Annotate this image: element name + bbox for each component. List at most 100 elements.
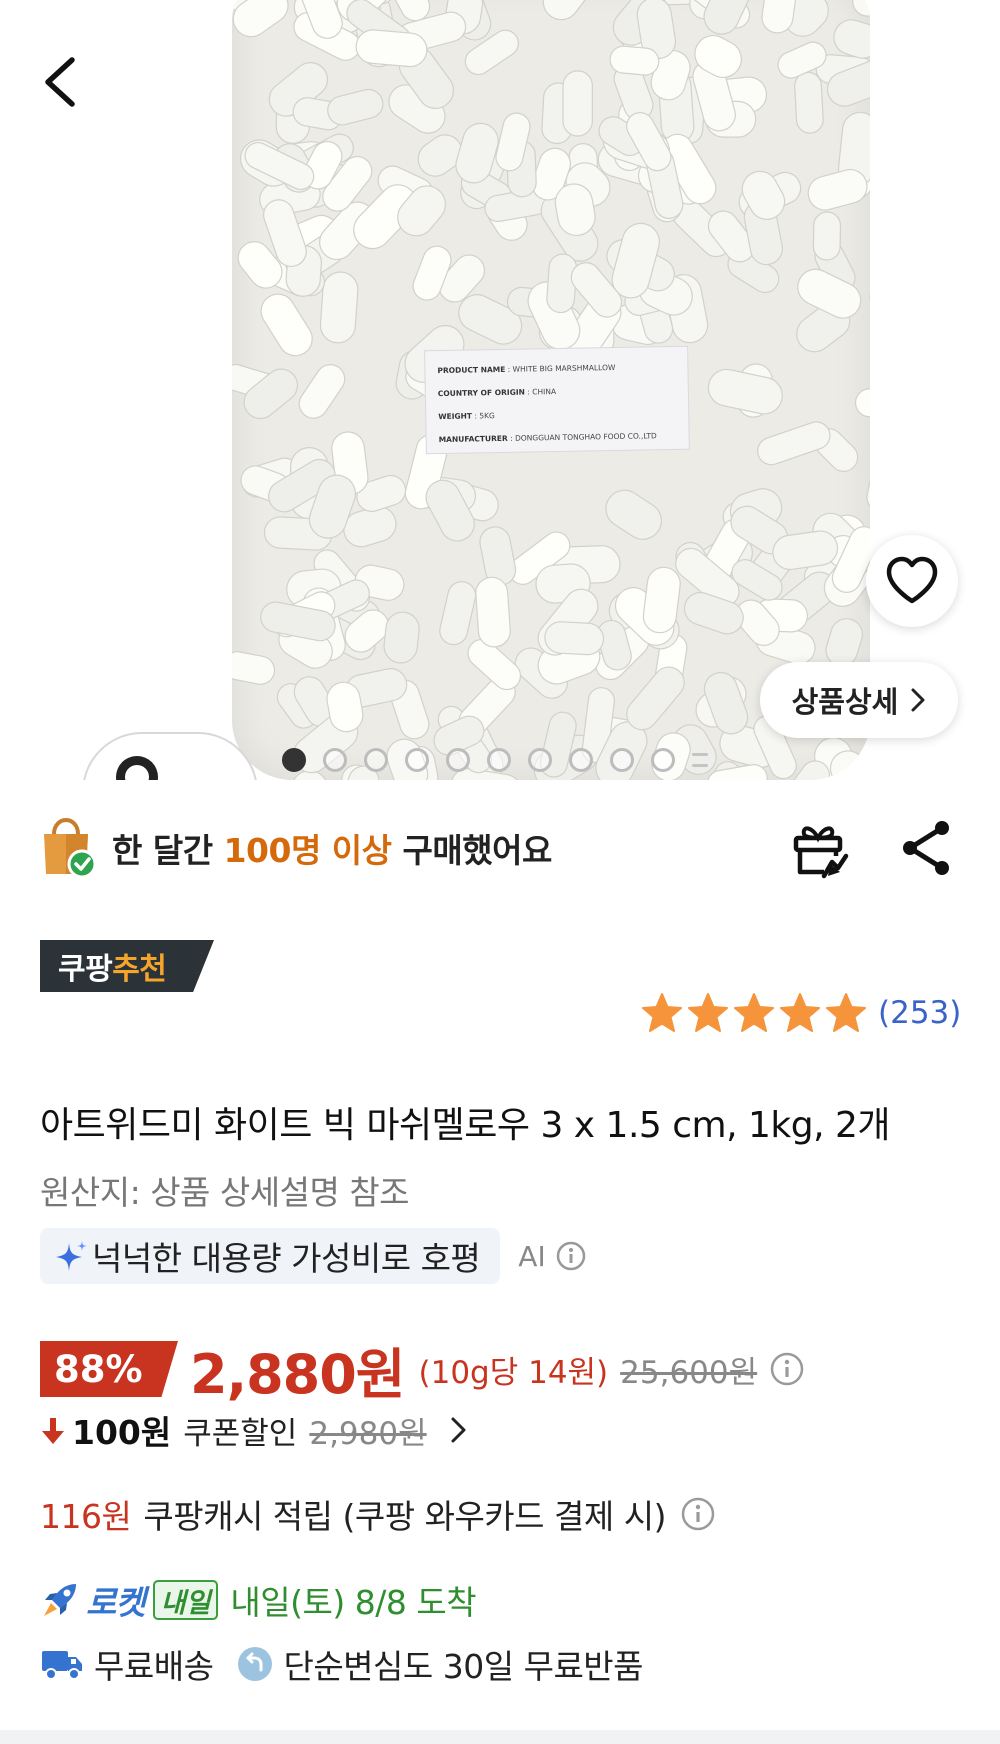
star-icon: [826, 993, 866, 1032]
arrival-date: 내일(토) 8/8 도착: [230, 1583, 477, 1622]
question-icon: [116, 756, 158, 780]
share-button[interactable]: [896, 816, 960, 880]
tomorrow-badge: 내일: [152, 1580, 219, 1620]
ai-label: AI: [518, 1239, 546, 1273]
product-image-carousel[interactable]: PRODUCT NAME : WHITE BIG MARSHMALLOW COU…: [0, 0, 1000, 780]
marshmallow-shape: [854, 383, 870, 418]
marshmallow-shape: [609, 45, 660, 76]
carousel-dot[interactable]: [323, 748, 347, 772]
price-row: 88% 2,880원 (10g당 14원) 25,600원: [40, 1336, 805, 1406]
carousel-dot[interactable]: [282, 748, 306, 772]
product-origin: 원산지: 상품 상세설명 참조: [40, 1173, 410, 1212]
badge-brand: 쿠팡: [58, 952, 113, 987]
marshmallow-shape: [807, 169, 868, 211]
carousel-indicator: [282, 748, 708, 772]
marshmallow-shape: [319, 271, 359, 344]
rating-summary[interactable]: (253): [640, 988, 961, 1038]
purchase-count-text: 한 달간 100명 이상 구매했어요: [112, 824, 552, 872]
coupang-cash-row: 116원 쿠팡캐시 적립 (쿠팡 와우카드 결제 시): [40, 1486, 716, 1542]
purchase-prefix: 한 달간: [112, 831, 213, 870]
discount-badge: 88%: [40, 1341, 178, 1397]
return-arrow-icon: [238, 1647, 273, 1681]
coupon-discount-row[interactable]: 100원 쿠폰할인 2,980원: [40, 1402, 467, 1458]
chevron-right-icon: [451, 1417, 466, 1443]
purchase-highlight: 100명 이상: [223, 831, 392, 870]
truck-icon: [42, 1651, 82, 1680]
marshmallow-shape: [355, 29, 428, 68]
ai-info[interactable]: AI: [518, 1240, 585, 1273]
package-label: PRODUCT NAME : WHITE BIG MARSHMALLOW COU…: [424, 345, 690, 455]
star-icon: [780, 993, 820, 1032]
ai-summary-chip[interactable]: 넉넉한 대용량 가성비로 호평: [40, 1228, 501, 1284]
marshmallow-shape: [852, 0, 870, 17]
marshmallow-shape: [298, 364, 346, 419]
carousel-more-indicator: [692, 753, 708, 767]
marshmallow-shape: [866, 456, 870, 513]
carousel-dot[interactable]: [405, 748, 429, 772]
star-icon: [642, 993, 682, 1032]
marshmallow-shape: [812, 211, 842, 261]
carousel-dot[interactable]: [569, 748, 593, 772]
heart-outline-icon: [886, 556, 938, 604]
section-divider: [0, 1730, 1000, 1744]
back-button[interactable]: [38, 50, 86, 114]
marshmallow-shape: [794, 71, 824, 134]
marshmallow-shape: [542, 0, 589, 21]
marshmallow-shape: [562, 70, 593, 137]
review-count[interactable]: (253): [878, 995, 961, 1031]
marshmallow-shape: [864, 338, 870, 397]
sparkle-icon: [56, 1241, 87, 1271]
star-icon: [734, 993, 774, 1032]
info-circle-icon[interactable]: [769, 1351, 805, 1387]
product-detail-button[interactable]: 상품상세: [760, 662, 958, 738]
ai-summary-text: 넉넉한 대용량 가성비로 호평: [92, 1239, 481, 1278]
info-circle-icon: [556, 1241, 585, 1271]
marshmallow-shape: [605, 489, 662, 540]
favorite-button[interactable]: [866, 535, 958, 627]
purchase-count-row: 한 달간 100명 이상 구매했어요: [40, 816, 960, 880]
rating-stars: [640, 992, 868, 1034]
shipping-info-row: 무료배송 단순변심도 30일 무료반품: [40, 1636, 644, 1692]
ai-summary-row: 넉넉한 대용량 가성비로 호평 AI: [40, 1228, 586, 1284]
coupon-before-price: 2,980원: [309, 1415, 427, 1452]
purchase-suffix: 구매했어요: [402, 831, 553, 870]
marshmallow-shape: [327, 88, 384, 126]
sale-price: 2,880원: [190, 1342, 405, 1406]
gift-button[interactable]: [786, 816, 850, 880]
coupon-label: 쿠폰할인: [183, 1415, 298, 1452]
free-shipping-label: 무료배송: [94, 1647, 214, 1686]
share-icon: [903, 821, 949, 875]
carousel-dot[interactable]: [651, 748, 675, 772]
marshmallow-shape: [707, 368, 783, 415]
rocket-label: 로켓: [86, 1583, 146, 1622]
arrow-down-icon: [42, 1418, 64, 1444]
star-icon: [688, 993, 728, 1032]
carousel-dot[interactable]: [487, 748, 511, 772]
marshmallow-shape: [232, 651, 276, 685]
chevron-right-icon: [911, 688, 925, 712]
chevron-left-icon: [45, 57, 75, 107]
rocket-delivery-row: 로켓 내일 내일(토) 8/8 도착: [40, 1572, 477, 1628]
marshmallow-shape: [439, 581, 477, 646]
shopping-bag-check-icon: [44, 818, 96, 878]
marshmallow-shape: [869, 263, 870, 317]
product-title: 아트위드미 화이트 빅 마쉬멜로우 3 x 1.5 cm, 1kg, 2개: [40, 1105, 891, 1146]
cash-amount: 116원: [40, 1497, 132, 1536]
cash-label: 쿠팡캐시 적립 (쿠팡 와우카드 결제 시): [143, 1497, 666, 1536]
marshmallow-shape: [544, 621, 605, 656]
carousel-dot[interactable]: [528, 748, 552, 772]
return-policy-label: 단순변심도 30일 무료반품: [283, 1647, 644, 1686]
carousel-dot[interactable]: [364, 748, 388, 772]
marshmallow-shape: [757, 421, 831, 466]
marshmallow-shape: [475, 576, 511, 648]
marshmallow-shape: [260, 293, 313, 357]
marshmallow-shape: [232, 0, 289, 38]
coupang-recommend-badge: 쿠팡 추천: [40, 940, 214, 992]
carousel-dot[interactable]: [446, 748, 470, 772]
marshmallow-shape: [703, 0, 755, 35]
gift-icon: [793, 826, 849, 879]
info-circle-icon[interactable]: [680, 1496, 716, 1532]
marshmallow-shape: [383, 611, 420, 664]
product-photo: PRODUCT NAME : WHITE BIG MARSHMALLOW COU…: [232, 0, 870, 780]
carousel-dot[interactable]: [610, 748, 634, 772]
